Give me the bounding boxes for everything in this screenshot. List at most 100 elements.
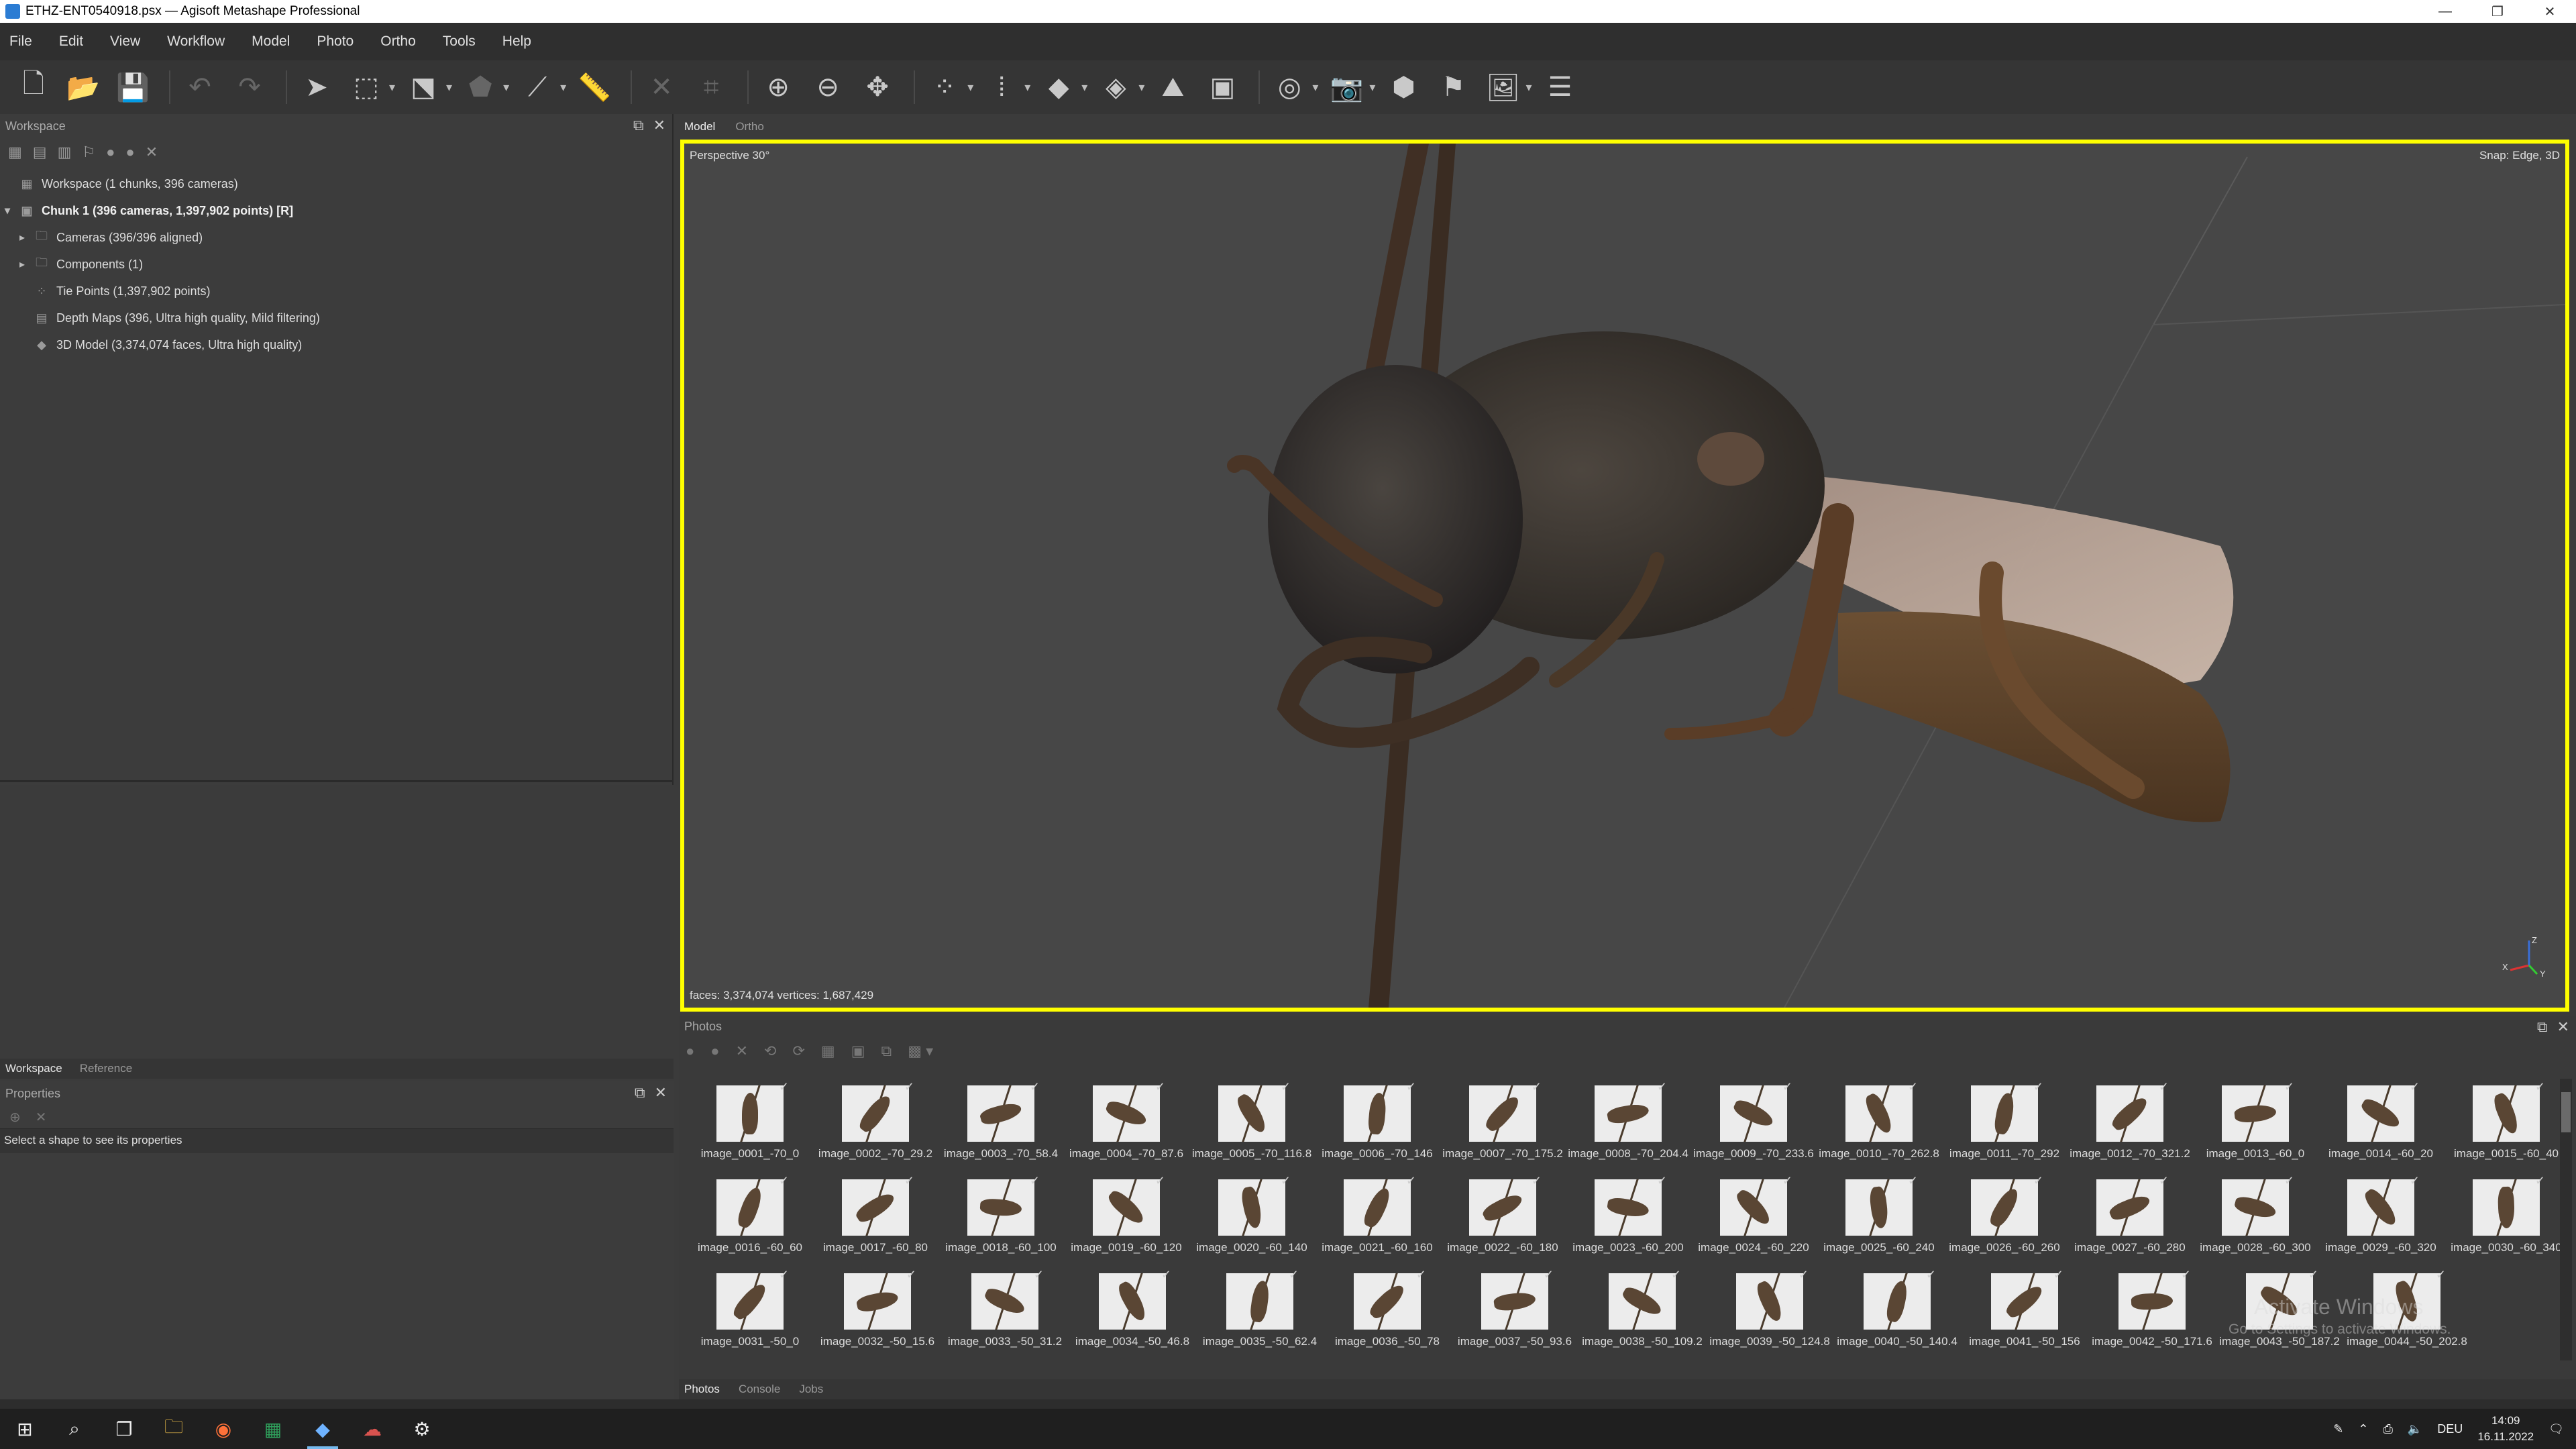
photo-thumbnail[interactable]: ✓ image_0041_-50_156 [1957,1267,2092,1360]
close-icon[interactable]: ✕ [653,117,665,134]
photo-thumbnail[interactable]: ✓ image_0032_-50_15.6 [810,1267,945,1360]
menu-ortho[interactable]: Ortho [380,34,416,50]
menu-help[interactable]: Help [502,34,531,50]
photo-thumbnail[interactable]: ✓ image_0015_-60_40 [2439,1079,2573,1173]
photo-thumbnail[interactable]: ✓ image_0028_-60_300 [2188,1173,2322,1267]
app-icon-cloud[interactable]: ☁ [347,1409,397,1449]
camera-icon[interactable]: 📷 [1325,66,1368,109]
photo-thumbnail[interactable]: ✓ image_0020_-60_140 [1185,1173,1319,1267]
zoom-out-icon[interactable]: ⊖ [806,66,849,109]
markers-flag-icon[interactable]: ⚑ [1432,66,1474,109]
photo-thumbnail[interactable]: ✓ image_0026_-60_260 [1937,1173,2072,1267]
views-icon[interactable]: ⧉ [881,1042,892,1060]
close-icon[interactable]: ✕ [655,1084,667,1102]
photo-thumbnail[interactable]: ✓ image_0011_-70_292 [1937,1079,2072,1173]
move-region-icon[interactable]: ⬔ [402,66,445,109]
chevron-down-icon[interactable]: ▾ [503,80,509,95]
crop-selection-icon[interactable]: ⌗ [690,66,733,109]
photo-thumbnail[interactable]: ✓ image_0022_-60_180 [1436,1173,1570,1267]
undock-icon[interactable]: ⧉ [635,1084,645,1102]
photo-thumbnail[interactable]: ✓ image_0025_-60_240 [1812,1173,1946,1267]
photo-thumbnail[interactable]: ✓ image_0001_-70_0 [683,1079,817,1173]
photo-thumbnail[interactable]: ✓ image_0007_-70_175.2 [1436,1079,1570,1173]
photo-thumbnail[interactable]: ✓ image_0035_-50_62.4 [1193,1267,1327,1360]
scrollbar-thumb[interactable] [2561,1092,2571,1132]
photo-thumbnail[interactable]: ✓ image_0021_-60_160 [1310,1173,1444,1267]
photo-thumbnail[interactable]: ✓ image_0002_-70_29.2 [808,1079,943,1173]
photo-thumbnail[interactable]: ✓ image_0024_-60_220 [1686,1173,1821,1267]
rotate-right-icon[interactable]: ⟳ [792,1042,804,1060]
chevron-down-icon[interactable]: ▾ [1081,80,1087,95]
draw-polygon-icon[interactable]: ⬟ [459,66,502,109]
enable-camera-icon[interactable]: ● [686,1042,694,1060]
photos-scrollbar[interactable] [2560,1079,2572,1360]
photo-thumbnail[interactable]: ✓ image_0036_-50_78 [1320,1267,1454,1360]
photo-thumbnail[interactable]: ✓ image_0005_-70_116.8 [1185,1079,1319,1173]
point-cloud-icon[interactable]: ⁘ [923,66,966,109]
firefox-icon[interactable]: ◉ [199,1409,248,1449]
photo-thumbnail[interactable]: ✓ image_0027_-60_280 [2063,1173,2197,1267]
add-property-icon[interactable]: ⊕ [9,1109,21,1126]
photo-thumbnail[interactable]: ✓ image_0003_-70_58.4 [934,1079,1068,1173]
reset-view-icon[interactable]: ✥ [856,66,899,109]
tree-item-cameras[interactable]: ▸ 🗀 Cameras (396/396 aligned) [0,224,672,251]
undock-icon[interactable]: ⧉ [633,117,644,134]
photo-thumbnail[interactable]: ✓ image_0023_-60_200 [1561,1173,1695,1267]
chevron-down-icon[interactable]: ▾ [446,80,452,95]
chevron-down-icon[interactable]: ▾ [1369,80,1375,95]
rectangle-selection-icon[interactable]: ⬚ [345,66,388,109]
photo-thumbnail[interactable]: ✓ image_0037_-50_93.6 [1448,1267,1582,1360]
tray-chevron-up-icon[interactable]: ⌃ [2358,1422,2368,1436]
photo-thumbnail[interactable]: ✓ image_0038_-50_109.2 [1575,1267,1709,1360]
photo-thumbnail[interactable]: ✓ image_0018_-60_100 [934,1173,1068,1267]
remove-camera-icon[interactable]: ✕ [736,1042,748,1060]
new-document-icon[interactable]: 🗋 [12,66,55,109]
photo-thumbnail[interactable]: ✓ image_0042_-50_171.6 [2085,1267,2219,1360]
chevron-down-icon[interactable]: ▾ [560,80,566,95]
photo-thumbnail[interactable]: ✓ image_0030_-60_340 [2439,1173,2573,1267]
disable-camera-icon[interactable]: ● [710,1042,719,1060]
ruler-icon[interactable]: 📏 [573,66,616,109]
menu-edit[interactable]: Edit [59,34,83,50]
chevron-down-icon[interactable]: ▾ [1525,80,1532,95]
network-icon[interactable]: ⎙ [2383,1422,2392,1436]
navigation-pointer-icon[interactable]: ➤ [295,66,338,109]
remove-icon[interactable]: ✕ [146,144,158,161]
chevron-down-icon[interactable]: ▾ [1312,80,1318,95]
menu-photo[interactable]: Photo [317,34,354,50]
menu-file[interactable]: File [9,34,32,50]
remove-property-icon[interactable]: ✕ [36,1109,47,1126]
add-photos-icon[interactable]: ▤ [33,144,47,161]
rotate-left-icon[interactable]: ⟲ [764,1042,776,1060]
chevron-down-icon[interactable]: ▾ [967,80,973,95]
panel-splitter[interactable] [0,780,674,782]
tree-item-components[interactable]: ▸ 🗀 Components (1) [0,251,672,278]
photo-thumbnail[interactable]: ✓ image_0017_-60_80 [808,1173,943,1267]
tree-item-3d-model[interactable]: ◆ 3D Model (3,374,074 faces, Ultra high … [0,331,672,358]
photo-thumbnail[interactable]: ✓ image_0033_-50_31.2 [938,1267,1072,1360]
add-chunk-icon[interactable]: ▦ [8,144,22,161]
search-icon[interactable]: ⌕ [50,1409,99,1449]
excel-icon[interactable]: ▦ [248,1409,298,1449]
orthomosaic-icon[interactable]: ▣ [1201,66,1244,109]
tab-workspace[interactable]: Workspace [5,1062,62,1075]
photo-thumbnail[interactable]: ✓ image_0034_-50_46.8 [1065,1267,1199,1360]
app-icon-gear[interactable]: ⚙ [397,1409,447,1449]
undo-icon[interactable]: ↶ [178,66,221,109]
photo-thumbnail[interactable]: ✓ image_0016_-60_60 [683,1173,817,1267]
layers-icon[interactable]: ☰ [1539,66,1582,109]
disable-icon[interactable]: ● [125,144,134,161]
show-images-icon[interactable]: 🖼 [1481,66,1524,109]
chevron-down-icon[interactable]: ▾ [389,80,395,95]
tree-item-tie-points[interactable]: ⁘ Tie Points (1,397,902 points) [0,278,672,305]
photo-thumbnail[interactable]: ✓ image_0031_-50_0 [683,1267,817,1360]
menu-workflow[interactable]: Workflow [167,34,225,50]
show-shapes-icon[interactable]: ⬢ [1382,66,1425,109]
chevron-right-icon[interactable]: ▸ [15,231,30,244]
restore-button[interactable]: ❐ [2471,0,2524,23]
enable-icon[interactable]: ● [106,144,115,161]
thumbnail-size-icon[interactable]: ▩ ▾ [908,1042,933,1060]
redo-icon[interactable]: ↷ [228,66,271,109]
delete-selection-icon[interactable]: ✕ [640,66,683,109]
menu-view[interactable]: View [110,34,140,50]
